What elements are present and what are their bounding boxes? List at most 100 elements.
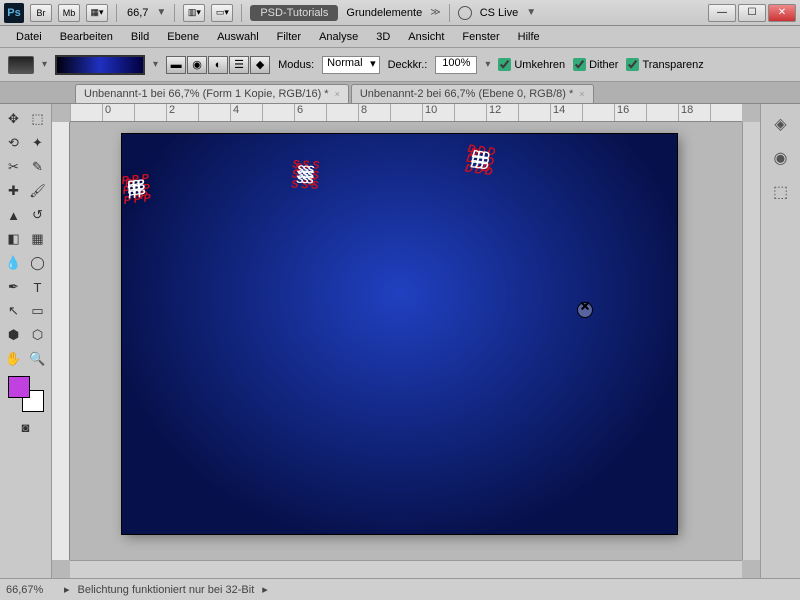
gradient-type-group: ▬ ◉ ◐ ☰ ◆ bbox=[166, 56, 270, 74]
path-tool[interactable]: ↖ bbox=[3, 300, 25, 322]
menu-ansicht[interactable]: Ansicht bbox=[400, 28, 452, 46]
workspace-pill[interactable]: PSD-Tutorials bbox=[250, 5, 338, 21]
foreground-color[interactable] bbox=[8, 376, 30, 398]
status-message: Belichtung funktioniert nur bei 32-Bit bbox=[78, 584, 255, 596]
gradient-linear[interactable]: ▬ bbox=[166, 56, 186, 74]
right-panel-dock: ◈ ◉ ⬚ bbox=[760, 104, 800, 578]
chevron-down-icon[interactable]: ▾ bbox=[485, 59, 490, 70]
status-zoom[interactable]: 66,67% bbox=[6, 584, 56, 596]
zoom-tool[interactable]: 🔍 bbox=[27, 348, 49, 370]
chevron-right-icon[interactable]: ▸ bbox=[262, 583, 268, 596]
chevron-down-icon[interactable]: ▾ bbox=[42, 59, 47, 70]
paths-panel-icon[interactable]: ⬚ bbox=[769, 180, 793, 204]
tool-preset-picker[interactable] bbox=[8, 56, 34, 74]
document-tab-1[interactable]: Unbenannt-1 bei 66,7% (Form 1 Kopie, RGB… bbox=[75, 84, 349, 103]
menu-datei[interactable]: Datei bbox=[8, 28, 50, 46]
menu-bild[interactable]: Bild bbox=[123, 28, 157, 46]
zoom-level[interactable]: 66,7 bbox=[125, 7, 150, 19]
toolbox: ✥ ⬚ ⟲ ✦ ✂ ✎ ✚ 🖌 ▲ ↺ ◧ ▦ 💧 ◯ ✒ T ↖ ▭ ⬢ ⬡ … bbox=[0, 104, 52, 578]
hand-tool[interactable]: ✋ bbox=[3, 348, 25, 370]
pen-tool[interactable]: ✒ bbox=[3, 276, 25, 298]
maximize-button[interactable]: ☐ bbox=[738, 4, 766, 22]
chevron-down-icon: ▾ bbox=[370, 57, 376, 70]
umkehren-checkbox[interactable]: Umkehren bbox=[498, 58, 565, 71]
workspace: ✥ ⬚ ⟲ ✦ ✂ ✎ ✚ 🖌 ▲ ↺ ◧ ▦ 💧 ◯ ✒ T ↖ ▭ ⬢ ⬡ … bbox=[0, 104, 800, 578]
3d-tool[interactable]: ⬢ bbox=[3, 324, 25, 346]
more-icon[interactable]: ≫ bbox=[430, 7, 440, 18]
cslive-icon[interactable] bbox=[458, 6, 472, 20]
workspace-secondary[interactable]: Grundelemente bbox=[344, 7, 424, 19]
menu-bar: Datei Bearbeiten Bild Ebene Auswahl Filt… bbox=[0, 26, 800, 48]
canvas[interactable]: PPPP SSSS DDDD bbox=[122, 134, 677, 534]
menu-3d[interactable]: 3D bbox=[368, 28, 398, 46]
minibridge-button[interactable]: Mb bbox=[58, 4, 80, 22]
history-brush-tool[interactable]: ↺ bbox=[27, 204, 49, 226]
scrollbar-horizontal[interactable] bbox=[70, 560, 742, 578]
marquee-tool[interactable]: ⬚ bbox=[27, 108, 49, 130]
document-tabs: Unbenannt-1 bei 66,7% (Form 1 Kopie, RGB… bbox=[0, 82, 800, 104]
separator bbox=[241, 4, 242, 22]
screenmode-button[interactable]: ▭▾ bbox=[211, 4, 233, 22]
separator bbox=[174, 4, 175, 22]
shape-tool[interactable]: ▭ bbox=[27, 300, 49, 322]
chevron-down-icon[interactable]: ▼ bbox=[526, 7, 536, 18]
bridge-button[interactable]: Br bbox=[30, 4, 52, 22]
gradient-tool[interactable]: ▦ bbox=[27, 228, 49, 250]
modus-select[interactable]: Normal ▾ bbox=[322, 56, 379, 74]
gradient-radial[interactable]: ◉ bbox=[187, 56, 207, 74]
crop-tool[interactable]: ✂ bbox=[3, 156, 25, 178]
dither-checkbox[interactable]: Dither bbox=[573, 58, 618, 71]
healing-tool[interactable]: ✚ bbox=[3, 180, 25, 202]
ruler-vertical[interactable] bbox=[52, 122, 70, 560]
close-button[interactable]: ✕ bbox=[768, 4, 796, 22]
transparenz-checkbox[interactable]: Transparenz bbox=[626, 58, 703, 71]
options-bar: ▾ ▾ ▬ ◉ ◐ ☰ ◆ Modus: Normal ▾ Deckkr.: 1… bbox=[0, 48, 800, 82]
deckk-label: Deckkr.: bbox=[388, 59, 428, 71]
chevron-down-icon[interactable]: ▼ bbox=[156, 7, 166, 18]
menu-analyse[interactable]: Analyse bbox=[311, 28, 366, 46]
opacity-input[interactable]: 100% bbox=[435, 56, 477, 74]
layers-panel-icon[interactable]: ◈ bbox=[769, 112, 793, 136]
document-tab-2[interactable]: Unbenannt-2 bei 66,7% (Ebene 0, RGB/8) *… bbox=[351, 84, 594, 103]
menu-filter[interactable]: Filter bbox=[269, 28, 309, 46]
viewextras-button[interactable]: ▦▾ bbox=[86, 4, 108, 22]
no-drop-cursor-icon bbox=[577, 302, 593, 318]
brush-tool[interactable]: 🖌 bbox=[27, 180, 49, 202]
scrollbar-vertical[interactable] bbox=[742, 122, 760, 560]
blur-tool[interactable]: 💧 bbox=[3, 252, 25, 274]
eyedropper-tool[interactable]: ✎ bbox=[27, 156, 49, 178]
menu-auswahl[interactable]: Auswahl bbox=[209, 28, 267, 46]
channels-panel-icon[interactable]: ◉ bbox=[769, 146, 793, 170]
chevron-down-icon[interactable]: ▾ bbox=[153, 59, 158, 70]
ruler-horizontal[interactable]: 024681012141618202224262830 bbox=[70, 104, 742, 122]
lasso-tool[interactable]: ⟲ bbox=[3, 132, 25, 154]
artwork-psd: PPPP SSSS DDDD bbox=[122, 134, 677, 534]
dodge-tool[interactable]: ◯ bbox=[27, 252, 49, 274]
menu-fenster[interactable]: Fenster bbox=[454, 28, 507, 46]
gradient-angle[interactable]: ◐ bbox=[208, 56, 228, 74]
chevron-right-icon[interactable]: ▸ bbox=[64, 583, 70, 596]
wand-tool[interactable]: ✦ bbox=[27, 132, 49, 154]
status-bar: 66,67% ▸ Belichtung funktioniert nur bei… bbox=[0, 578, 800, 600]
canvas-area: 024681012141618202224262830 PPPP SSSS DD… bbox=[52, 104, 760, 578]
menu-bearbeiten[interactable]: Bearbeiten bbox=[52, 28, 121, 46]
gradient-diamond[interactable]: ◆ bbox=[250, 56, 270, 74]
close-icon[interactable]: × bbox=[579, 89, 584, 99]
separator bbox=[449, 4, 450, 22]
camera-tool[interactable]: ⬡ bbox=[27, 324, 49, 346]
gradient-preview[interactable] bbox=[55, 55, 145, 75]
menu-ebene[interactable]: Ebene bbox=[159, 28, 207, 46]
color-swatches[interactable] bbox=[8, 376, 44, 412]
eraser-tool[interactable]: ◧ bbox=[3, 228, 25, 250]
arrange-button[interactable]: ▥▾ bbox=[183, 4, 205, 22]
type-tool[interactable]: T bbox=[27, 276, 49, 298]
cslive-label[interactable]: CS Live bbox=[478, 7, 521, 19]
close-icon[interactable]: × bbox=[335, 89, 340, 99]
stamp-tool[interactable]: ▲ bbox=[3, 204, 25, 226]
menu-hilfe[interactable]: Hilfe bbox=[510, 28, 548, 46]
gradient-reflected[interactable]: ☰ bbox=[229, 56, 249, 74]
quickmask-button[interactable]: ◙ bbox=[15, 416, 37, 438]
separator bbox=[116, 4, 117, 22]
move-tool[interactable]: ✥ bbox=[3, 108, 25, 130]
minimize-button[interactable]: — bbox=[708, 4, 736, 22]
